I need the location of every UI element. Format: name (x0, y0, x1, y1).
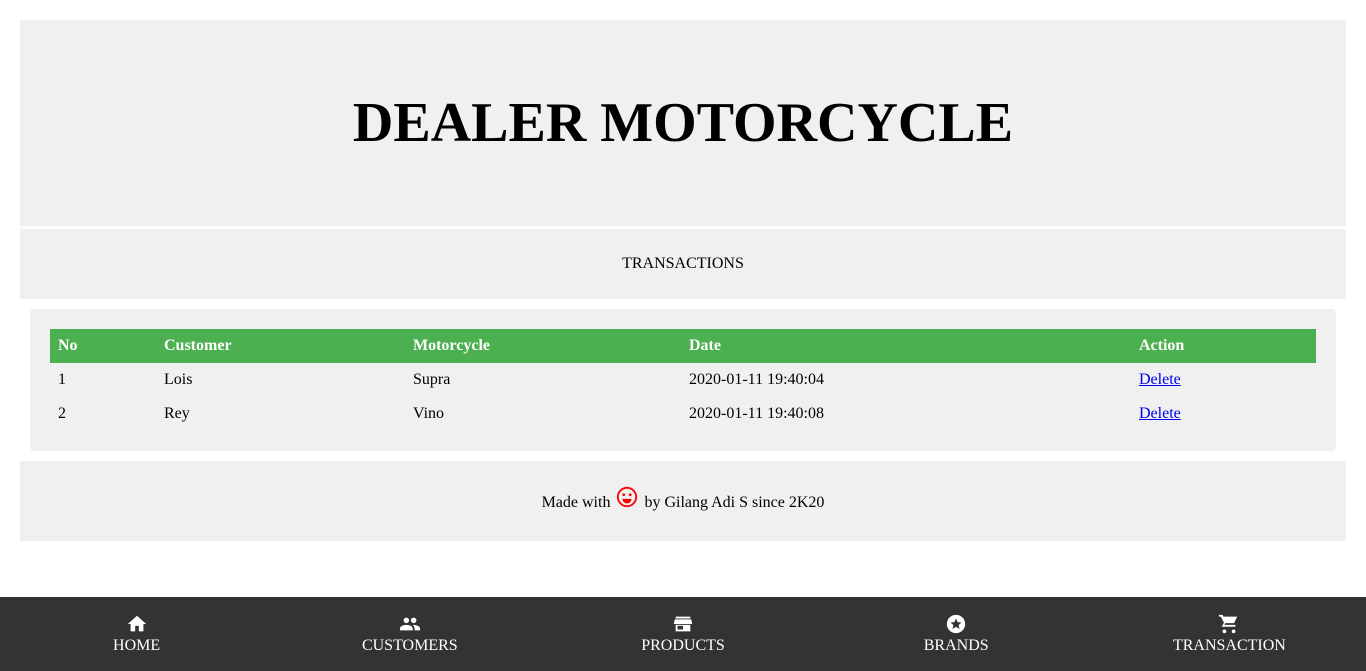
nav-label: BRANDS (923, 637, 989, 654)
footer: Made with by Gilang Adi S since 2K20 (20, 461, 1346, 541)
home-icon (127, 615, 146, 632)
cell-no: 2 (58, 405, 66, 422)
table-row: 2 Rey Vino 2020-01-11 19:40:08 Delete (50, 397, 1316, 431)
nav-brands[interactable]: BRANDS (820, 597, 1093, 671)
page-title: DEALER MOTORCYCLE (352, 92, 1014, 154)
cell-motorcycle: Supra (413, 371, 451, 388)
cell-motorcycle: Vino (413, 405, 445, 422)
nav-products[interactable]: PRODUCTS (546, 597, 819, 671)
column-date: Date (681, 329, 1131, 363)
footer-prefix: Made with (541, 494, 611, 511)
people-icon (399, 617, 420, 631)
cell-customer: Rey (164, 405, 190, 422)
store-icon (673, 616, 693, 632)
nav-label: PRODUCTS (641, 637, 725, 654)
nav-label: HOME (113, 637, 161, 654)
column-customer: Customer (156, 329, 405, 363)
bottom-nav: HOME CUSTOMERS PRODUCTS BRANDS TRANSACTI… (0, 597, 1366, 671)
cart-icon (1219, 614, 1238, 634)
header: DEALER MOTORCYCLE (20, 20, 1346, 226)
transactions-table: No Customer Motorcycle Date Action 1 Loi… (50, 329, 1316, 431)
nav-label: TRANSACTION (1172, 637, 1286, 654)
column-action: Action (1131, 329, 1316, 363)
nav-customers[interactable]: CUSTOMERS (273, 597, 546, 671)
table-row: 1 Lois Supra 2020-01-11 19:40:04 Delete (50, 363, 1316, 397)
cell-no: 1 (58, 371, 66, 388)
footer-suffix: by Gilang Adi S since 2K20 (644, 494, 825, 511)
delete-link[interactable]: Delete (1139, 371, 1181, 388)
nav-home[interactable]: HOME (0, 597, 273, 671)
transactions-card: No Customer Motorcycle Date Action 1 Loi… (30, 309, 1336, 451)
section-title: TRANSACTIONS (20, 229, 1346, 299)
delete-link[interactable]: Delete (1139, 405, 1181, 422)
table-header-row: No Customer Motorcycle Date Action (50, 329, 1316, 363)
nav-label: CUSTOMERS (361, 637, 458, 654)
smile-icon (617, 486, 638, 508)
cell-date: 2020-01-11 19:40:08 (689, 405, 824, 422)
cell-date: 2020-01-11 19:40:04 (689, 371, 824, 388)
cell-customer: Lois (164, 371, 193, 388)
star-circle-icon (947, 614, 966, 634)
column-motorcycle: Motorcycle (405, 329, 681, 363)
column-no: No (50, 329, 156, 363)
nav-transaction[interactable]: TRANSACTION (1093, 597, 1366, 671)
